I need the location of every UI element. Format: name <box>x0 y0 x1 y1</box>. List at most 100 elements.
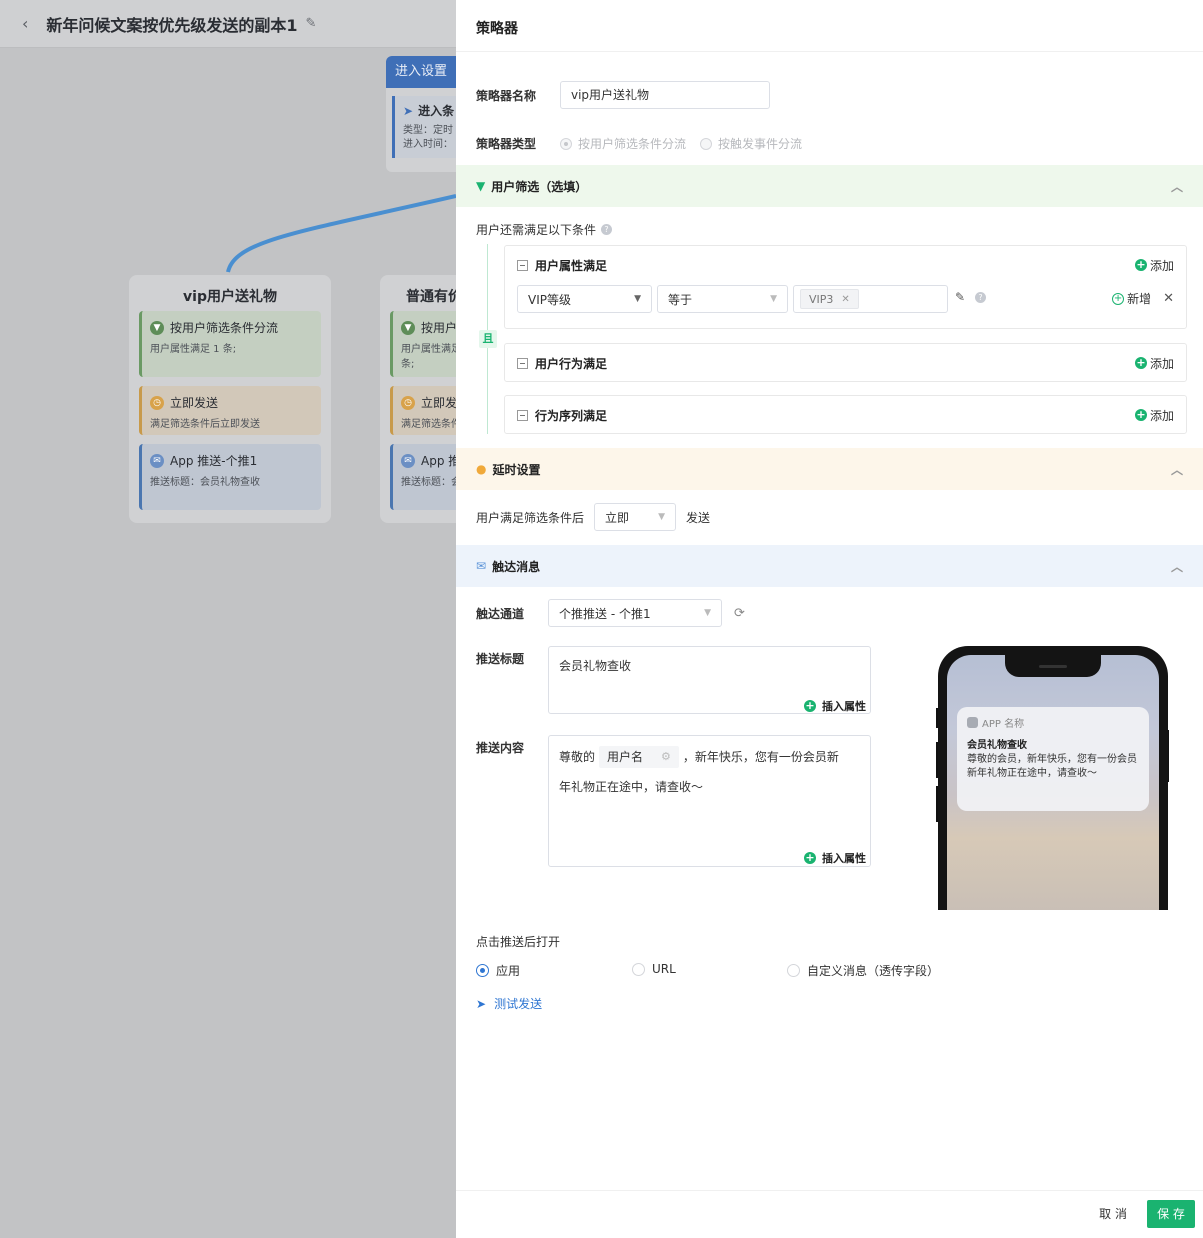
collapse-icon[interactable] <box>517 259 528 271</box>
add-sequence-button[interactable]: + 添加 <box>1134 407 1174 424</box>
cancel-button[interactable]: 取 消 <box>1099 1205 1127 1222</box>
mail-icon: ✉ <box>401 453 415 468</box>
test-send-link[interactable]: ➤ 测试发送 <box>476 995 542 1012</box>
open-custom-radio[interactable]: 自定义消息（透传字段） <box>787 962 939 979</box>
filter-node[interactable]: ▼ 按用户筛选条件分流 用户属性满足 1 条; <box>139 311 321 377</box>
plus-circle-icon: + <box>1134 356 1147 369</box>
delay-node-desc: 满足筛选条件 <box>401 419 456 430</box>
notification-preview: APP 名称 会员礼物查收 尊敬的会员，新年快乐，您有一份会员 新年礼物正在途中… <box>957 707 1149 811</box>
send-icon: ➤ <box>476 996 487 1011</box>
push-node-desc: 推送标题：会员礼物查收 <box>150 477 260 488</box>
mail-icon: ✉ <box>476 559 487 573</box>
filter-node-desc: 条; <box>401 359 415 370</box>
radio-icon <box>560 137 572 150</box>
plus-circle-icon: + <box>804 699 816 712</box>
save-button[interactable]: 保 存 <box>1147 1200 1195 1228</box>
delay-node[interactable]: ◷ 立即发 满足筛选条件 <box>390 386 456 435</box>
strategy-name: vip用户送礼物 <box>183 289 277 305</box>
filter-icon: ▼ <box>476 179 486 193</box>
pencil-icon[interactable]: ✎ <box>955 290 965 304</box>
delay-node-desc: 满足筛选条件后立即发送 <box>150 419 260 430</box>
value-tag: VIP3 ✕ <box>800 289 859 309</box>
filter-hint-row: 用户还需满足以下条件 ? <box>476 221 613 238</box>
sequence-group-title: 行为序列满足 <box>535 408 608 423</box>
open-url-radio[interactable]: URL <box>632 962 676 976</box>
push-node[interactable]: ✉ App 推 推送标题：会 <box>390 444 456 510</box>
new-condition-button[interactable]: + 新增 ✕ <box>1112 290 1174 307</box>
mail-icon: ✉ <box>150 453 164 468</box>
help-icon[interactable]: ? <box>601 224 613 235</box>
phone-screen: APP 名称 会员礼物查收 尊敬的会员，新年快乐，您有一份会员 新年礼物正在途中… <box>947 655 1159 910</box>
strategy-name-input[interactable]: vip用户送礼物 <box>560 81 770 109</box>
value-tag-input[interactable]: VIP3 ✕ <box>793 285 948 313</box>
strategy-name: 普通有价 <box>406 289 456 305</box>
filter-hint: 用户还需满足以下条件 <box>476 223 597 237</box>
delay-row: 用户满足筛选条件后 立即 ▼ 发送 <box>476 503 710 531</box>
chevron-up-icon[interactable]: ︿ <box>1171 178 1183 195</box>
type-radio-event[interactable]: 按触发事件分流 <box>700 135 802 152</box>
delay-select[interactable]: 立即 ▼ <box>594 503 677 531</box>
filter-node[interactable]: ▼ 按用户 用户属性满足 条; <box>390 311 456 377</box>
message-section-header[interactable]: ✉ 触达消息 ︿ <box>456 545 1203 587</box>
flow-canvas: ‹ 新年问候文案按优先级发送的副本1 ✎ 进入设置 ➤ 进入条 类型：定时 进入时… <box>0 0 456 1238</box>
collapse-icon[interactable] <box>517 409 528 421</box>
help-icon[interactable]: ? <box>975 292 986 303</box>
strategy-card[interactable]: vip用户送礼物 ▼ 按用户筛选条件分流 用户属性满足 1 条; ◷ 立即发送 满足… <box>129 275 331 523</box>
delay-node-title: 立即发送 <box>170 396 219 410</box>
phone-notch <box>1005 655 1101 677</box>
panel-footer: 取 消 保 存 <box>456 1190 1203 1238</box>
attr-field-select[interactable]: VIP等级 ▼ <box>517 285 652 313</box>
gear-icon[interactable]: ⚙ <box>661 742 671 772</box>
delay-section-header[interactable]: ● 延时设置 ︿ <box>456 448 1203 490</box>
entry-node-line: 类型：定时 <box>403 125 453 136</box>
radio-icon <box>700 137 713 150</box>
filter-section-header[interactable]: ▼ 用户筛选（选填） ︿ <box>456 165 1203 207</box>
preview-body: 新年礼物正在途中，请查收～ <box>967 768 1097 779</box>
send-icon: ➤ <box>403 104 414 118</box>
close-icon[interactable]: ✕ <box>1163 291 1174 306</box>
strategy-card[interactable]: 普通有价 ▼ 按用户 用户属性满足 条; ◷ 立即发 满足筛选条件 ✉ App 推 推… <box>380 275 456 523</box>
add-behavior-button[interactable]: + 添加 <box>1134 355 1174 372</box>
filter-icon: ▼ <box>401 320 415 335</box>
entry-node-title: 进入条 <box>418 104 455 118</box>
channel-select[interactable]: 个推推送 - 个推1 ▼ <box>548 599 722 627</box>
panel-title: 策略器 <box>456 0 1203 52</box>
phone-preview: APP 名称 会员礼物查收 尊敬的会员，新年快乐，您有一份会员 新年礼物正在途中… <box>938 646 1168 910</box>
insert-attr-button[interactable]: + 插入属性 <box>804 698 866 714</box>
username-attr-chip[interactable]: 用户名 ⚙ <box>599 746 679 768</box>
radio-icon <box>632 962 645 976</box>
plus-circle-icon: + <box>1134 258 1147 271</box>
and-badge[interactable]: 且 <box>479 330 497 348</box>
operator-select[interactable]: 等于 ▼ <box>657 285 788 313</box>
chevron-up-icon[interactable]: ︿ <box>1171 461 1183 478</box>
clock-icon: ● <box>476 462 487 476</box>
add-attr-button[interactable]: + 添加 <box>1134 257 1174 274</box>
behavior-condition-group: 用户行为满足 + 添加 <box>504 343 1187 382</box>
delay-node[interactable]: ◷ 立即发送 满足筛选条件后立即发送 <box>139 386 321 435</box>
type-label: 策略器类型 <box>476 137 537 151</box>
caret-down-icon: ▼ <box>634 294 641 304</box>
push-content-input[interactable]: 尊敬的 用户名 ⚙ ，新年快乐，您有一份会员新 年礼物正在途中，请查收～ <box>548 735 871 867</box>
open-app-radio[interactable]: 应用 <box>476 962 520 979</box>
entry-node-line: 进入时间： <box>403 139 453 150</box>
push-node-title: App 推 <box>421 454 456 468</box>
chevron-up-icon[interactable]: ︿ <box>1171 558 1183 575</box>
caret-down-icon: ▼ <box>770 294 777 304</box>
type-row: 策略器类型 按用户筛选条件分流 按触发事件分流 <box>476 135 816 152</box>
type-radio-filter[interactable]: 按用户筛选条件分流 <box>560 135 686 152</box>
insert-attr-button[interactable]: + 插入属性 <box>804 850 866 866</box>
filter-node-title: 按用户筛选条件分流 <box>170 321 279 335</box>
refresh-icon[interactable]: ⟳ <box>734 606 745 621</box>
collapse-icon[interactable] <box>517 357 528 369</box>
caret-down-icon: ▼ <box>658 512 666 522</box>
delay-prefix: 用户满足筛选条件后 <box>476 510 585 525</box>
preview-body: 尊敬的会员，新年快乐，您有一份会员 <box>967 754 1137 765</box>
message-section-title: 触达消息 <box>492 559 541 574</box>
delay-section-title: 延时设置 <box>492 462 541 477</box>
close-icon[interactable]: ✕ <box>841 294 849 305</box>
push-node[interactable]: ✉ App 推送-个推1 推送标题：会员礼物查收 <box>139 444 321 510</box>
channel-label: 触达通道 <box>476 606 525 621</box>
plus-circle-outline-icon: + <box>1112 292 1125 305</box>
entry-settings-card[interactable]: 进入设置 ➤ 进入条 类型：定时 进入时间： <box>386 56 456 172</box>
radio-icon <box>787 964 800 977</box>
